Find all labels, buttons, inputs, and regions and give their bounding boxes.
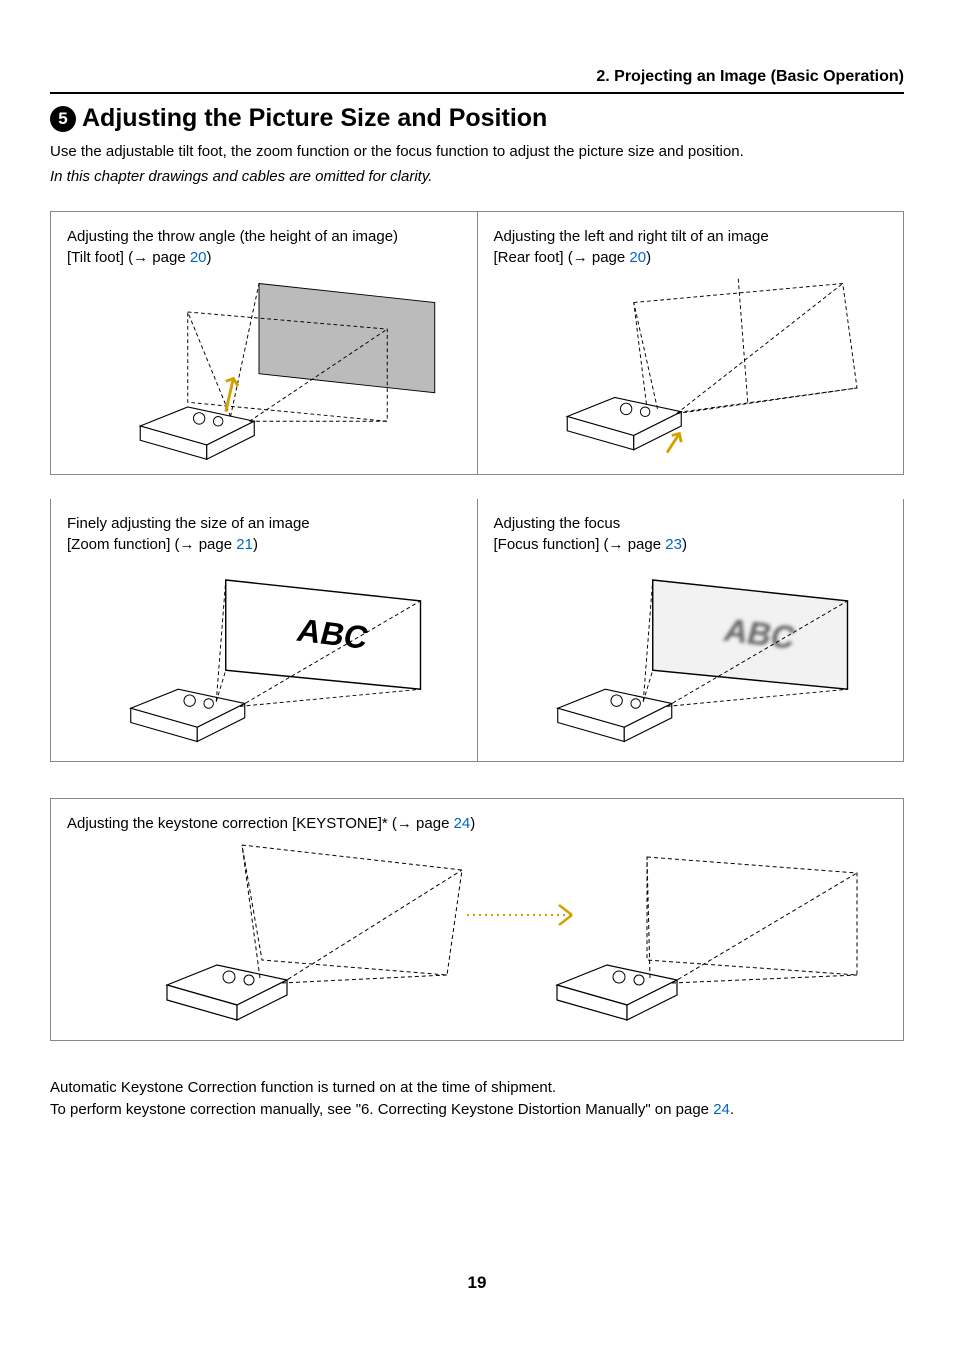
section-number-icon: 5: [50, 106, 76, 132]
keystone-page-link[interactable]: 24: [454, 815, 471, 832]
keystone-text-before: Adjusting the keystone correction [KEYST…: [67, 815, 454, 832]
rear-foot-text: Adjusting the left and right tilt of an …: [494, 228, 769, 245]
cell-rear-foot: Adjusting the left and right tilt of an …: [478, 212, 904, 474]
cell-tilt-foot: Adjusting the throw angle (the height of…: [51, 212, 478, 474]
after-text: Automatic Keystone Correction function i…: [50, 1077, 904, 1121]
keystone-diagram: [67, 840, 887, 1030]
tilt-foot-text: Adjusting the throw angle (the height of…: [67, 228, 398, 245]
rear-foot-sub-before: [Rear foot] (→ page: [494, 249, 630, 266]
after-line-1: Automatic Keystone Correction function i…: [50, 1077, 904, 1099]
tilt-foot-diagram: [67, 274, 461, 464]
intro-line-2: In this chapter drawings and cables are …: [50, 166, 904, 187]
zoom-sub-after: ): [253, 536, 258, 553]
section-title-text: Adjusting the Picture Size and Position: [82, 104, 547, 133]
cell-focus: Adjusting the focus [Focus function] (→ …: [478, 499, 904, 761]
focus-diagram: ABC: [494, 561, 888, 751]
rear-foot-page-link[interactable]: 20: [629, 249, 646, 266]
rear-foot-diagram: [494, 274, 888, 464]
tilt-foot-page-link[interactable]: 20: [190, 249, 207, 266]
after-line-2-before: To perform keystone correction manually,…: [50, 1101, 713, 1118]
zoom-text: Finely adjusting the size of an image: [67, 515, 310, 532]
tilt-foot-sub-before: [Tilt foot] (→ page: [67, 249, 190, 266]
intro-line-1: Use the adjustable tilt foot, the zoom f…: [50, 141, 904, 162]
after-page-link[interactable]: 24: [713, 1101, 730, 1118]
focus-sub-after: ): [682, 536, 687, 553]
cell-keystone: Adjusting the keystone correction [KEYST…: [50, 798, 904, 1041]
page-number: 19: [0, 1273, 954, 1293]
chapter-header: 2. Projecting an Image (Basic Operation): [50, 68, 904, 94]
keystone-text-after: ): [470, 815, 475, 832]
zoom-page-link[interactable]: 21: [236, 536, 253, 553]
after-line-2-after: .: [730, 1101, 734, 1118]
tilt-foot-sub-after: ): [207, 249, 212, 266]
zoom-diagram: ABC: [67, 561, 461, 751]
section-title: 5 Adjusting the Picture Size and Positio…: [50, 104, 904, 133]
adjustment-grid-row-1: Adjusting the throw angle (the height of…: [50, 211, 904, 475]
cell-zoom: Finely adjusting the size of an image [Z…: [51, 499, 478, 761]
focus-text: Adjusting the focus: [494, 515, 621, 532]
rear-foot-sub-after: ): [646, 249, 651, 266]
focus-page-link[interactable]: 23: [665, 536, 682, 553]
adjustment-grid-row-2: Finely adjusting the size of an image [Z…: [50, 499, 904, 762]
zoom-sub-before: [Zoom function] (→ page: [67, 536, 236, 553]
focus-sub-before: [Focus function] (→ page: [494, 536, 666, 553]
